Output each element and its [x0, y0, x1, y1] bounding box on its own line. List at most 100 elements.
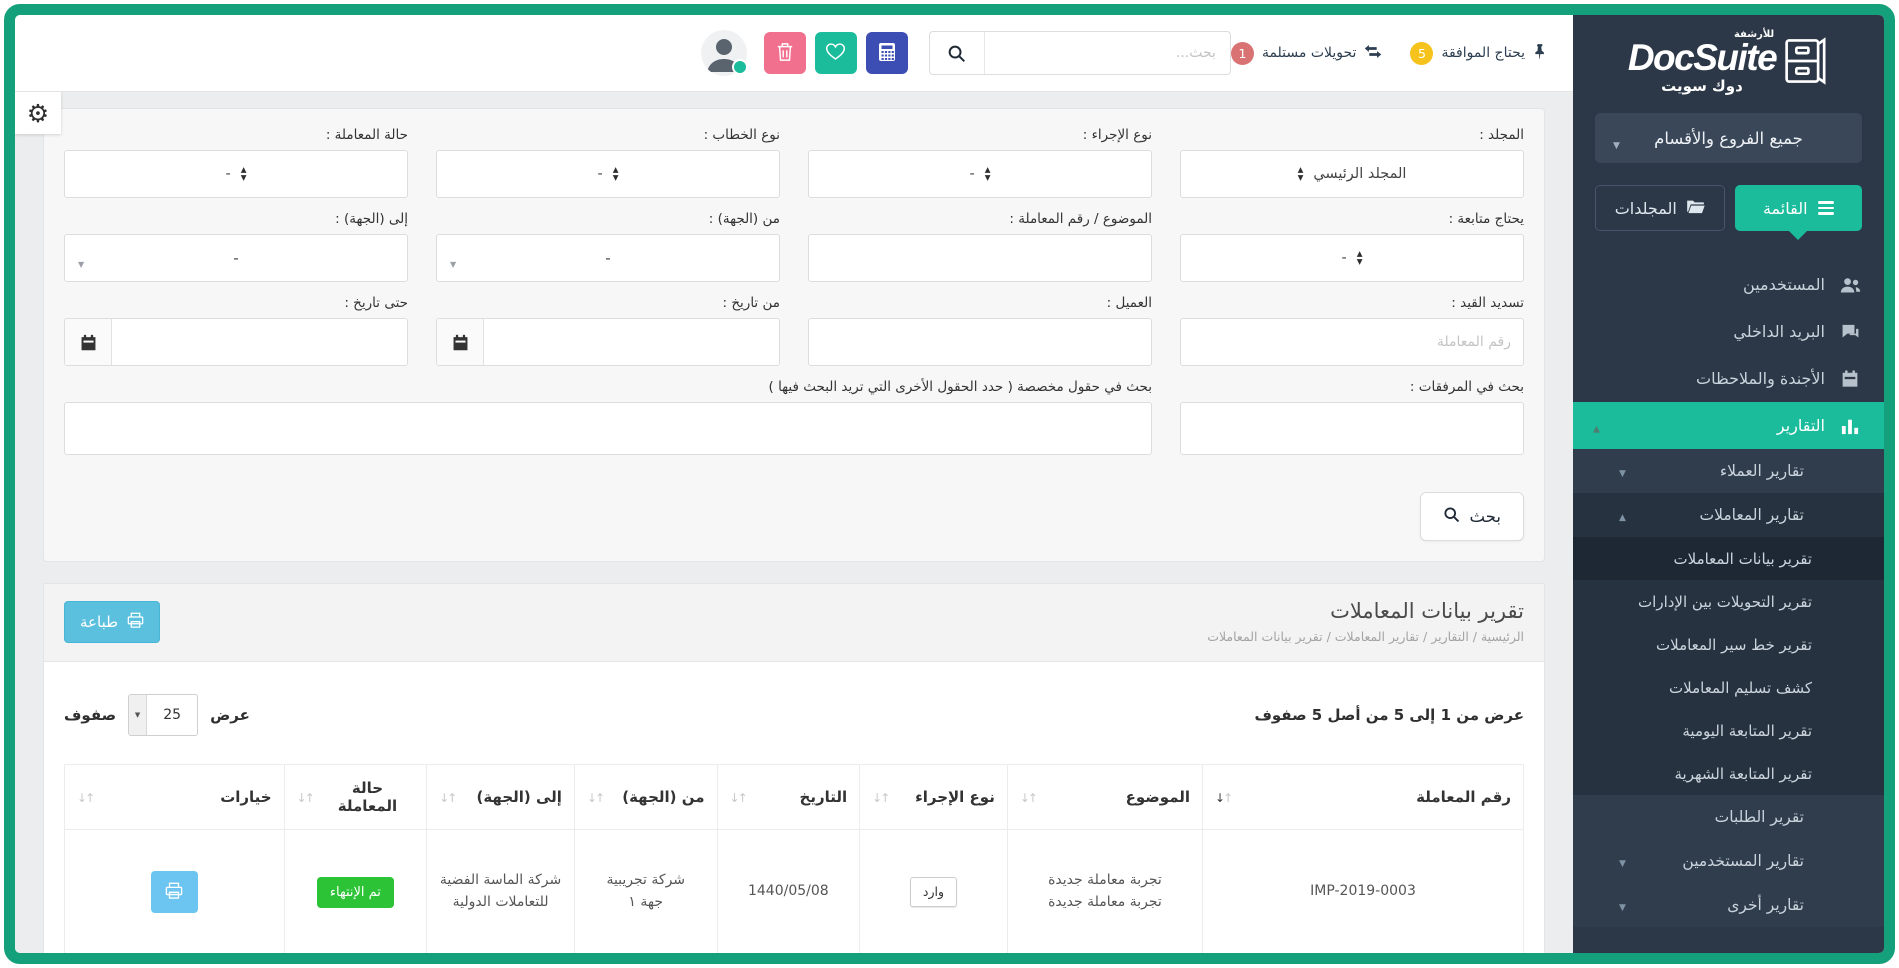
- select-arrows-icon: [613, 166, 619, 182]
- cell-transaction-number: IMP-2019-0003: [1203, 830, 1524, 954]
- field-from-entity: من (الجهة) : -: [436, 211, 780, 282]
- bar-chart-icon: [1838, 417, 1862, 435]
- branch-department-selector[interactable]: جميع الفروع والأقسام: [1595, 113, 1862, 163]
- cell-to-entity: شركة الماسة الفضية للتعاملات الدولية: [427, 830, 575, 954]
- sidebar-item-client-reports[interactable]: تقارير العملاء: [1573, 449, 1884, 493]
- sidebar-item-label: الأجندة والملاحظات: [1595, 369, 1825, 388]
- sidebar-item-reports[interactable]: التقارير: [1573, 402, 1884, 449]
- notification-label: تحويلات مستلمة: [1262, 45, 1357, 61]
- action-type-select[interactable]: -: [808, 150, 1152, 198]
- column-header-from-entity[interactable]: من (الجهة): [574, 765, 717, 830]
- sidebar-item-internal-mail[interactable]: البريد الداخلي: [1573, 308, 1884, 355]
- status-badge[interactable]: تم الإنتهاء: [317, 877, 394, 908]
- folder-select[interactable]: المجلد الرئيسي: [1180, 150, 1524, 198]
- search-button-label: بحث: [1470, 507, 1501, 526]
- sidebar-item-label: تقارير المعاملات: [1595, 506, 1804, 524]
- column-header-date[interactable]: التاريخ: [717, 765, 860, 830]
- sort-icon: [439, 788, 457, 806]
- cell-action-type: وارد: [860, 830, 1008, 954]
- row-print-button[interactable]: [151, 871, 198, 913]
- column-header-transaction-number[interactable]: رقم المعاملة: [1203, 765, 1524, 830]
- field-to-entity: إلى (الجهة) : -: [64, 211, 408, 282]
- sidebar-item-orders-report[interactable]: تقرير الطلبات: [1573, 795, 1884, 839]
- report-header: تقرير بيانات المعاملات الرئيسية / التقار…: [44, 584, 1544, 662]
- settings-gear-button[interactable]: [15, 92, 61, 134]
- topbar-tools: [701, 30, 1231, 76]
- column-header-subject[interactable]: الموضوع: [1007, 765, 1202, 830]
- sidebar: للأرشفة DocSuite دوك سويت جميع الفروع وا…: [1573, 15, 1884, 953]
- sidebar-item-user-reports[interactable]: تقارير المستخدمين: [1573, 839, 1884, 883]
- rows-label: صفوف: [64, 706, 116, 724]
- report-title-block: تقرير بيانات المعاملات الرئيسية / التقار…: [1207, 599, 1524, 644]
- column-header-status[interactable]: حالة المعاملة: [284, 765, 427, 830]
- field-label: نوع الإجراء :: [808, 127, 1152, 143]
- page-content: المجلد : المجلد الرئيسي نوع الإجراء : -: [15, 92, 1573, 953]
- column-header-to-entity[interactable]: إلى (الجهة): [427, 765, 575, 830]
- field-label: المجلد :: [1180, 127, 1524, 143]
- column-header-options[interactable]: خيارات: [65, 765, 285, 830]
- calendar-icon[interactable]: [65, 319, 112, 365]
- online-status-dot: [732, 59, 748, 75]
- field-label: بحث في المرفقات :: [1180, 379, 1524, 395]
- sort-icon: [297, 788, 315, 806]
- sidebar-item-transaction-reports[interactable]: تقارير المعاملات: [1573, 493, 1884, 537]
- trash-button[interactable]: [764, 32, 806, 74]
- sidebar-item-transaction-data-report[interactable]: تقرير بيانات المعاملات: [1573, 537, 1884, 580]
- custom-fields-search-input[interactable]: [64, 402, 1152, 455]
- menu-tab-button[interactable]: القائمة: [1735, 185, 1863, 231]
- search-icon: [1443, 506, 1460, 527]
- subject-number-input[interactable]: [808, 234, 1152, 282]
- field-label: يحتاج متابعة :: [1180, 211, 1524, 227]
- field-needs-followup: يحتاج متابعة : -: [1180, 211, 1524, 282]
- date-to-input[interactable]: [112, 319, 407, 365]
- sidebar-item-other-reports[interactable]: تقارير أخرى: [1573, 883, 1884, 927]
- docsuite-logo: للأرشفة DocSuite دوك سويت: [1573, 31, 1884, 95]
- branch-selector-label: جميع الفروع والأقسام: [1654, 129, 1803, 148]
- sidebar-item-agenda-notes[interactable]: الأجندة والملاحظات: [1573, 355, 1884, 402]
- sidebar-item-interdepartment-transfers-report[interactable]: تقرير التحويلات بين الإدارات: [1573, 580, 1884, 623]
- print-report-button[interactable]: طباعة: [64, 601, 160, 643]
- user-avatar[interactable]: [701, 30, 747, 76]
- field-label: نوع الخطاب :: [436, 127, 780, 143]
- transactions-table: رقم المعاملة الموضوع نوع الإجراء التاريخ: [64, 764, 1524, 953]
- cell-subject: تجربة معاملة جديدة تجربة معاملة جديدة: [1007, 830, 1202, 954]
- date-from-input[interactable]: [484, 319, 779, 365]
- to-entity-select[interactable]: -: [64, 234, 408, 282]
- favorites-button[interactable]: [815, 32, 857, 74]
- page-length-select[interactable]: 25: [128, 694, 198, 736]
- folders-tab-button[interactable]: المجلدات: [1595, 185, 1725, 231]
- select-value: -: [225, 166, 230, 182]
- sidebar-item-daily-followup-report[interactable]: تقرير المتابعة اليومية: [1573, 709, 1884, 752]
- calendar-icon[interactable]: [437, 319, 484, 365]
- search-submit-button[interactable]: بحث: [1420, 492, 1524, 541]
- topbar: يحتاج الموافقة 5 تحويلات مستلمة 1: [15, 15, 1573, 92]
- search-filter-form: المجلد : المجلد الرئيسي نوع الإجراء : -: [43, 108, 1545, 562]
- transaction-state-select[interactable]: -: [64, 150, 408, 198]
- sidebar-item-label: تقرير المتابعة الشهرية: [1595, 765, 1812, 783]
- column-header-action-type[interactable]: نوع الإجراء: [860, 765, 1008, 830]
- sidebar-item-label: تقرير التحويلات بين الإدارات: [1595, 593, 1812, 611]
- sidebar-nav: المستخدمين البريد الداخلي: [1573, 261, 1884, 927]
- chevron-down-icon: [1619, 896, 1626, 914]
- sidebar-item-users[interactable]: المستخدمين: [1573, 261, 1884, 308]
- field-letter-type: نوع الخطاب : -: [436, 127, 780, 198]
- entry-payment-input[interactable]: [1180, 318, 1524, 366]
- sidebar-item-transaction-delivery-report[interactable]: كشف تسليم المعاملات: [1573, 666, 1884, 709]
- search-input[interactable]: [985, 32, 1230, 74]
- sidebar-item-monthly-followup-report[interactable]: تقرير المتابعة الشهرية: [1573, 752, 1884, 795]
- select-value: المجلد الرئيسي: [1313, 166, 1406, 182]
- needs-approval-notification[interactable]: يحتاج الموافقة 5: [1410, 42, 1547, 65]
- from-entity-select[interactable]: -: [436, 234, 780, 282]
- page-title: تقرير بيانات المعاملات: [1207, 599, 1524, 623]
- attachments-search-input[interactable]: [1180, 402, 1524, 455]
- table-controls: عرض من 1 إلى 5 من أصل 5 صفوف عرض 25 صفوف: [44, 662, 1544, 758]
- letter-type-select[interactable]: -: [436, 150, 780, 198]
- sort-icon: [587, 788, 605, 806]
- calculator-button[interactable]: [866, 32, 908, 74]
- client-input[interactable]: [808, 318, 1152, 366]
- sort-icon: [1020, 788, 1038, 806]
- received-transfers-notification[interactable]: تحويلات مستلمة 1: [1231, 42, 1383, 65]
- table-info-text: عرض من 1 إلى 5 من أصل 5 صفوف: [1254, 706, 1524, 724]
- sidebar-item-transaction-route-report[interactable]: تقرير خط سير المعاملات: [1573, 623, 1884, 666]
- needs-followup-select[interactable]: -: [1180, 234, 1524, 282]
